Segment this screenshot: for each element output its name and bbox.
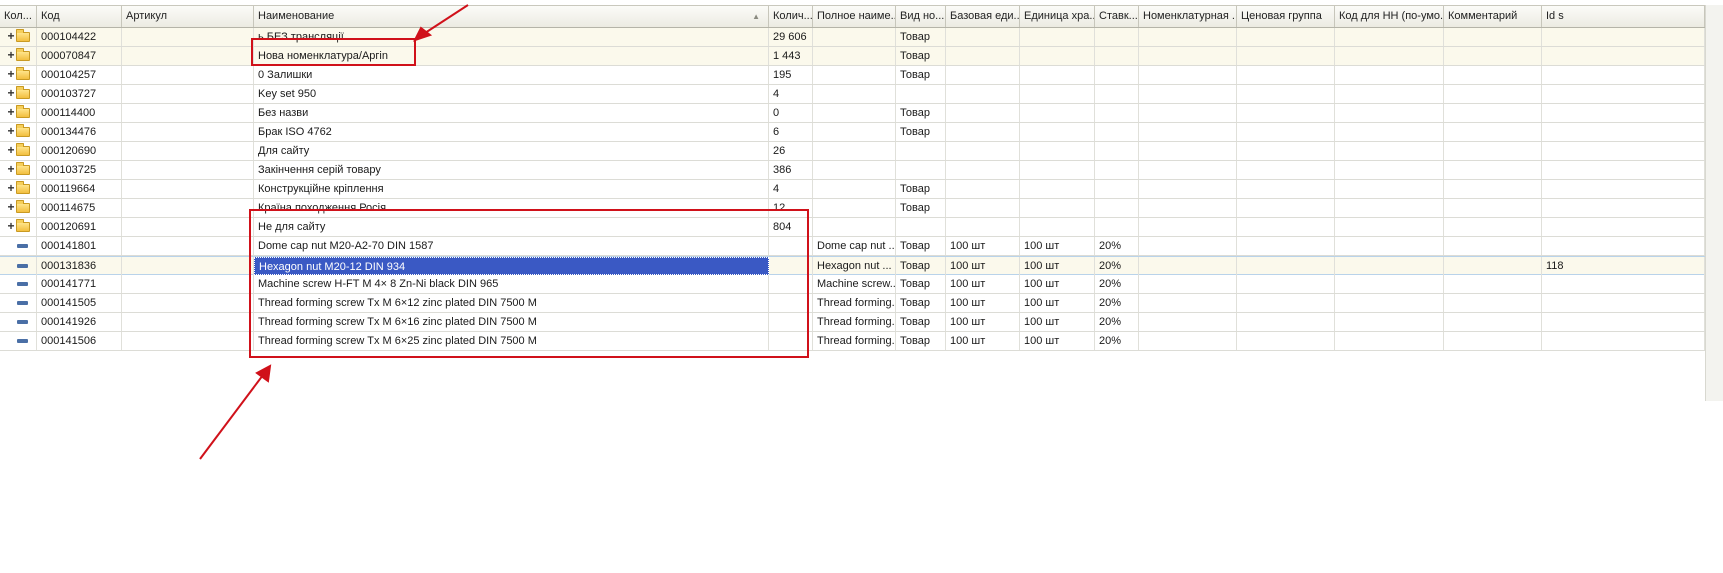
annotation-arrow-bottom xyxy=(199,364,272,460)
annotation-arrows xyxy=(199,4,469,460)
screen: { "table": { "columns": [ {"label": "Кол… xyxy=(0,0,1723,573)
annotation-arrow-top xyxy=(413,4,469,42)
